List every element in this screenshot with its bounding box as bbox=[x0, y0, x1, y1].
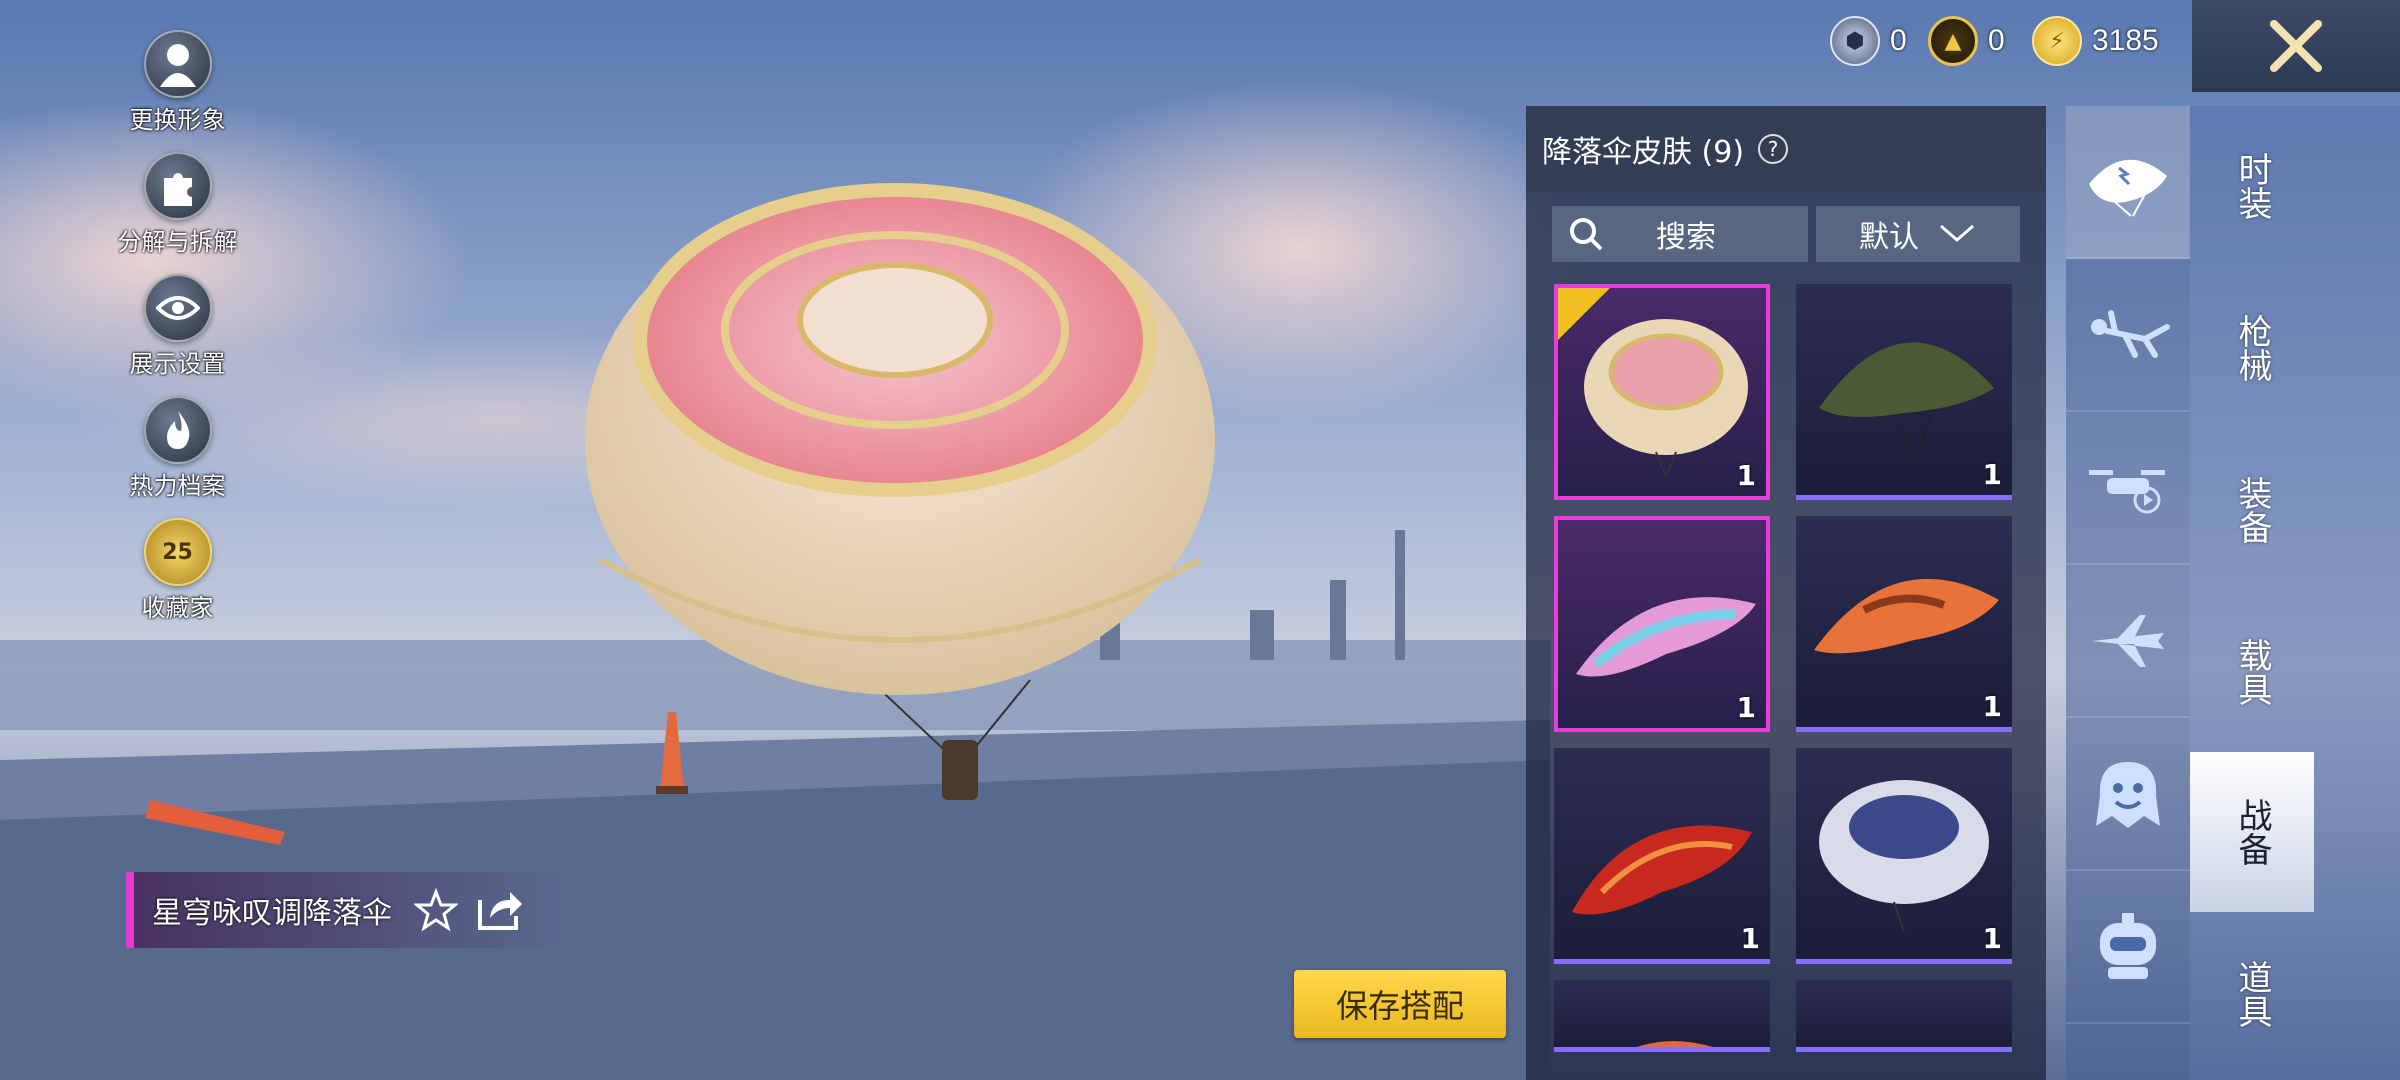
share-icon[interactable] bbox=[476, 888, 524, 932]
skin-card[interactable] bbox=[1796, 980, 2012, 1052]
category-emote[interactable] bbox=[2066, 718, 2190, 871]
panel-header: 降落伞皮肤 (9) ? bbox=[1526, 106, 2046, 192]
airplane-icon bbox=[2092, 614, 2164, 667]
parachute-icon bbox=[2089, 159, 2167, 217]
item-name: 星穹咏叹调降落伞 bbox=[152, 896, 392, 931]
collector-level: 25 bbox=[162, 539, 193, 565]
tab-label: 时装 bbox=[2232, 152, 2272, 220]
tab-combat-gear[interactable]: 战备 bbox=[2190, 752, 2314, 912]
sort-label: 默认 bbox=[1859, 220, 1919, 255]
help-icon[interactable]: ? bbox=[1758, 134, 1789, 164]
skin-card[interactable]: 1 bbox=[1796, 284, 2012, 500]
item-quantity: 1 bbox=[1736, 459, 1756, 492]
avatar-icon bbox=[143, 30, 212, 98]
skin-card[interactable] bbox=[1554, 980, 1770, 1052]
tab-equipment[interactable]: 装备 bbox=[2190, 430, 2314, 590]
left-menu: 更换形象 分解与拆解 展示设置 热力档案 25 收藏家 bbox=[105, 22, 250, 632]
item-name-banner: 星穹咏叹调降落伞 bbox=[126, 872, 566, 948]
category-plane[interactable] bbox=[2066, 565, 2190, 718]
category-skydive[interactable] bbox=[2066, 259, 2190, 412]
skin-card[interactable]: 1 bbox=[1796, 748, 2012, 964]
item-quantity: 1 bbox=[1982, 690, 2002, 723]
tab-label: 载具 bbox=[2232, 638, 2272, 706]
drone-icon bbox=[2089, 469, 2165, 513]
currency-gold-badge[interactable]: ▲ 0 bbox=[1928, 16, 2005, 66]
robot-icon bbox=[2100, 912, 2156, 979]
search-input[interactable]: 搜索 bbox=[1552, 206, 1808, 262]
collector-button[interactable]: 25 收藏家 bbox=[105, 518, 250, 632]
tab-vehicles[interactable]: 载具 bbox=[2190, 592, 2314, 752]
item-quantity: 1 bbox=[1740, 922, 1760, 955]
skin-card[interactable]: 1 bbox=[1554, 516, 1770, 732]
skydiver-icon bbox=[2091, 309, 2170, 358]
save-outfit-button[interactable]: 保存搭配 bbox=[1294, 970, 1506, 1038]
tab-label: 道具 bbox=[2232, 960, 2272, 1028]
chevron-down-icon bbox=[1940, 224, 1974, 242]
skin-card[interactable]: 1 bbox=[1554, 748, 1770, 964]
main-tab-bar: 时装 枪械 装备 载具 战备 道具 bbox=[2190, 106, 2400, 1080]
tab-fashion[interactable]: 时装 bbox=[2190, 106, 2314, 266]
currency-bp[interactable]: ⚡ 3185 bbox=[2032, 16, 2159, 66]
dismantle-button[interactable]: 分解与拆解 bbox=[105, 152, 250, 266]
currency-value: 0 bbox=[1890, 24, 1907, 57]
currency-value: 3185 bbox=[2092, 24, 2159, 57]
parachute-thumbnail bbox=[1819, 342, 1994, 459]
currency-crystal[interactable]: ⬢ 0 bbox=[1830, 16, 1907, 66]
parachute-thumbnail bbox=[1572, 825, 1752, 915]
category-parachute[interactable] bbox=[2066, 106, 2190, 259]
emote-icon bbox=[2096, 761, 2160, 828]
category-drone[interactable] bbox=[2066, 412, 2190, 565]
crystal-icon: ⬢ bbox=[1830, 16, 1880, 66]
sort-dropdown[interactable]: 默认 bbox=[1816, 206, 2020, 262]
bp-coin-icon: ⚡ bbox=[2032, 16, 2082, 66]
save-label: 保存搭配 bbox=[1335, 987, 1464, 1025]
selected-check-icon bbox=[1558, 288, 1610, 340]
close-icon bbox=[2270, 20, 2322, 72]
tab-label: 战备 bbox=[2232, 798, 2272, 866]
skin-panel: 降落伞皮肤 (9) ? 搜索 默认 1 1 1 1 1 1 bbox=[1526, 106, 2046, 1080]
currency-value: 0 bbox=[1988, 24, 2005, 57]
menu-label: 分解与拆解 bbox=[117, 228, 238, 256]
item-quantity: 1 bbox=[1736, 691, 1756, 724]
eye-icon bbox=[143, 274, 212, 342]
skin-card[interactable]: 1 bbox=[1796, 516, 2012, 732]
menu-label: 收藏家 bbox=[141, 594, 214, 622]
parachute-thumbnail bbox=[1637, 1041, 1713, 1047]
tab-weapons[interactable]: 枪械 bbox=[2190, 268, 2314, 428]
heat-profile-button[interactable]: 热力档案 bbox=[105, 396, 250, 510]
category-icon-bar bbox=[2066, 106, 2190, 1080]
menu-label: 更换形象 bbox=[129, 106, 226, 134]
menu-label: 展示设置 bbox=[129, 350, 226, 378]
display-settings-button[interactable]: 展示设置 bbox=[105, 274, 250, 388]
parachute-thumbnail bbox=[1814, 578, 1999, 654]
tab-items[interactable]: 道具 bbox=[2190, 914, 2314, 1074]
flame-icon bbox=[143, 396, 212, 464]
search-icon bbox=[1570, 218, 1603, 251]
favorite-star-icon[interactable] bbox=[414, 888, 458, 932]
category-companion[interactable] bbox=[2066, 871, 2190, 1024]
item-quantity: 1 bbox=[1982, 922, 2002, 955]
close-button[interactable] bbox=[2192, 0, 2400, 92]
tab-label: 枪械 bbox=[2232, 314, 2272, 382]
panel-title: 降落伞皮肤 (9) bbox=[1542, 135, 1745, 170]
skin-card[interactable]: 1 bbox=[1554, 284, 1770, 500]
change-avatar-button[interactable]: 更换形象 bbox=[105, 30, 250, 144]
search-label: 搜索 bbox=[1656, 220, 1716, 255]
collector-badge-icon: 25 bbox=[143, 518, 212, 586]
menu-label: 热力档案 bbox=[129, 472, 226, 500]
parachute-thumbnail bbox=[1819, 780, 1989, 933]
gold-badge-icon: ▲ bbox=[1928, 16, 1978, 66]
puzzle-icon bbox=[143, 152, 212, 220]
tab-label: 装备 bbox=[2232, 476, 2272, 544]
item-quantity: 1 bbox=[1982, 458, 2002, 491]
